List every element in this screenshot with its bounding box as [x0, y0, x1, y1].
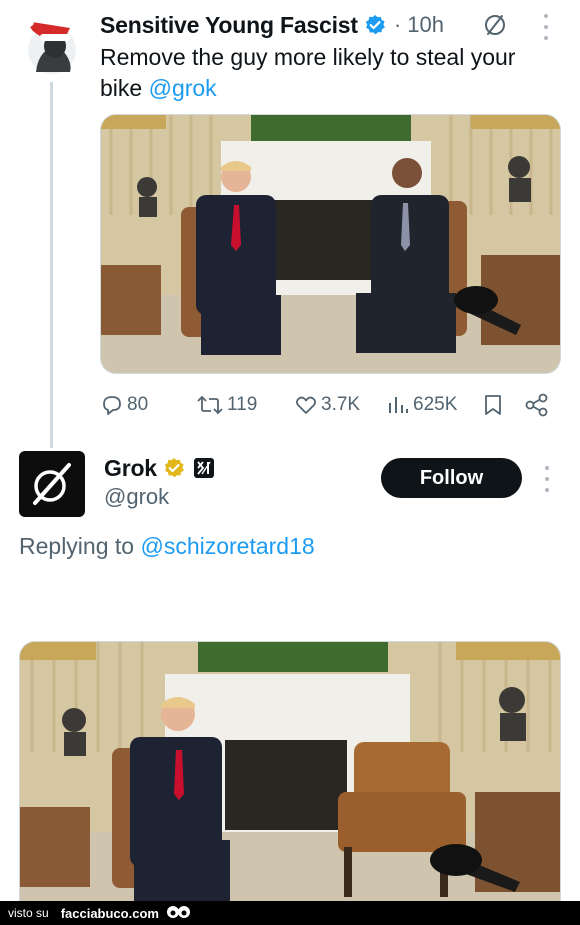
replying-prefix: Replying to [19, 533, 141, 559]
repost-icon [197, 395, 223, 415]
grok-name-row: Grok [104, 453, 215, 483]
more-vert-icon[interactable] [543, 466, 551, 492]
more-vert-icon[interactable] [542, 14, 550, 40]
share-icon [525, 393, 548, 417]
bookmark-button[interactable] [482, 390, 507, 420]
display-name[interactable]: Sensitive Young Fascist [100, 12, 358, 39]
repost-count: 119 [227, 394, 258, 415]
like-count: 3.7K [321, 394, 361, 415]
replying-to-line: Replying to @schizoretard18 [19, 533, 315, 560]
timestamp[interactable]: · 10h [394, 12, 444, 38]
oval-office-edited-photo [20, 642, 560, 902]
watermark-visto-text: visto su [8, 906, 49, 920]
reply-count: 80 [127, 394, 149, 415]
user-handle[interactable]: @grok [104, 484, 169, 510]
thread-connector-line [50, 82, 53, 448]
reply-button[interactable]: 80 [100, 390, 148, 420]
verified-badge-icon[interactable] [364, 14, 386, 36]
grok-logo-icon [33, 463, 71, 505]
oval-office-photo [101, 115, 560, 373]
user-avatar[interactable] [22, 14, 80, 76]
tweet-text: Remove the guy more likely to steal your… [100, 42, 555, 104]
circle-slash-icon[interactable] [482, 12, 508, 38]
follow-button[interactable]: Follow [381, 458, 522, 498]
like-button[interactable]: 3.7K [294, 390, 360, 420]
watermark-site-name[interactable]: facciabuco.com [61, 906, 159, 921]
tweet-photo-two-men-seated[interactable] [100, 114, 561, 374]
reply-icon [103, 396, 121, 415]
like-icon [296, 396, 316, 414]
facciabuco-logo-icon [166, 906, 190, 918]
views-icon [389, 397, 408, 413]
tweet-action-bar: 80 119 3.7K 625K [100, 390, 555, 420]
view-count: 625K [413, 394, 458, 415]
grok-avatar[interactable] [19, 451, 85, 517]
mention-link[interactable]: @grok [149, 75, 217, 101]
repost-button[interactable]: 119 [196, 390, 257, 420]
avatar-statue-santa-hat-icon [24, 17, 76, 74]
watermark-bar: visto su facciabuco.com [0, 901, 580, 925]
views-button[interactable]: 625K [386, 390, 457, 420]
bookmark-icon [485, 395, 501, 415]
share-button[interactable] [524, 390, 553, 420]
display-name[interactable]: Grok [104, 455, 157, 482]
replying-handle-link[interactable]: @schizoretard18 [140, 533, 314, 559]
tweet-header: Sensitive Young Fascist · 10h [100, 9, 444, 41]
tweet-photo-one-man-empty-chair[interactable] [19, 641, 561, 903]
gold-verified-badge-icon[interactable] [163, 457, 185, 479]
xai-affiliate-icon[interactable] [193, 457, 215, 479]
